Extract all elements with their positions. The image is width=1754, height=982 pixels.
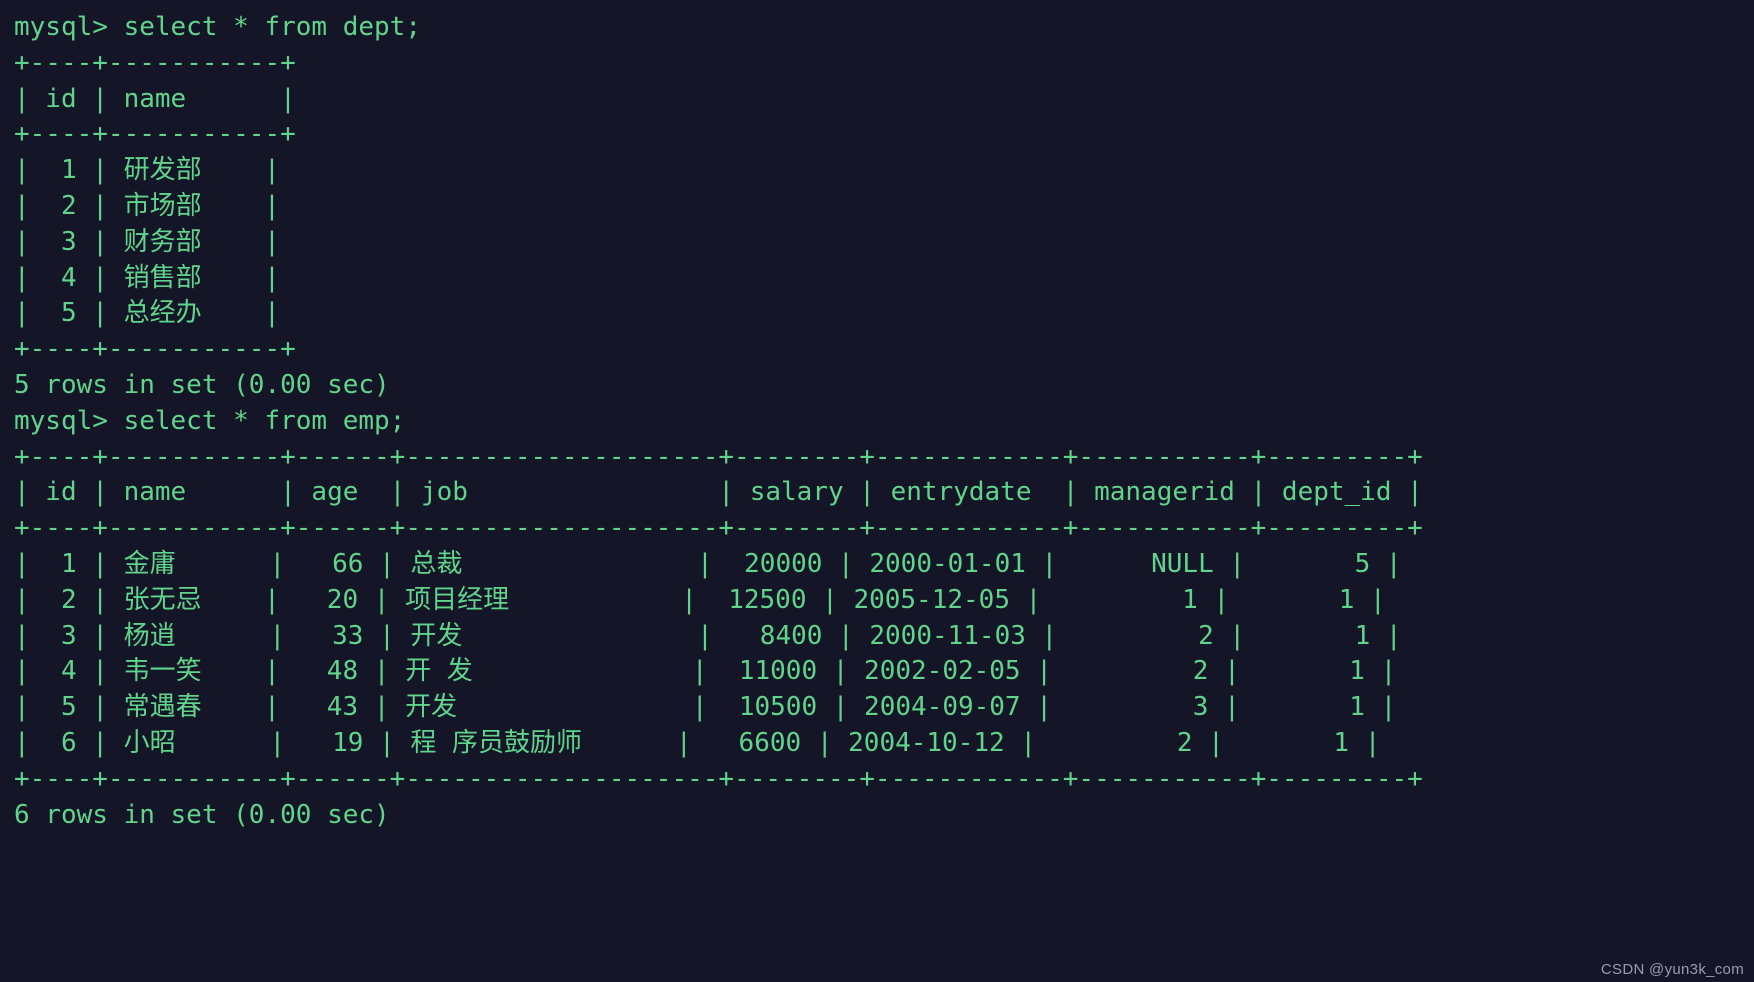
terminal-window[interactable]: mysql> select * from dept; +----+--------… — [0, 0, 1754, 982]
terminal-line: 6 rows in set (0.00 sec) — [14, 799, 390, 830]
terminal-line: | id | name | age | job | salary | entry… — [14, 477, 1423, 508]
csdn-watermark: CSDN @yun3k_com — [1600, 961, 1744, 978]
terminal-line: +----+-----------+ — [14, 47, 296, 78]
terminal-line: | 6 | 小昭 | 19 | 程 序员鼓励师 | 6600 | 2004-10… — [14, 727, 1381, 758]
terminal-line: mysql> select * from dept; — [14, 12, 421, 42]
terminal-line: mysql> select * from emp; — [14, 405, 406, 436]
terminal-output: mysql> select * from dept; +----+--------… — [14, 10, 1754, 833]
terminal-line: | 2 | 市场部 | — [14, 190, 280, 221]
terminal-line: | 1 | 金庸 | 66 | 总裁 | 20000 | 2000-01-01 … — [14, 548, 1402, 579]
terminal-line: +----+-----------+ — [14, 334, 296, 365]
terminal-line: | 4 | 销售部 | — [14, 262, 280, 293]
terminal-line: | 1 | 研发部 | — [14, 155, 280, 186]
terminal-line: +----+-----------+------+---------------… — [14, 763, 1423, 794]
terminal-line: | 5 | 常遇春 | 43 | 开发 | 10500 | 2004-09-07… — [14, 692, 1397, 723]
terminal-line: | id | name | — [14, 83, 296, 114]
terminal-line: +----+-----------+------+---------------… — [14, 513, 1423, 544]
terminal-line: +----+-----------+ — [14, 119, 296, 150]
terminal-line: | 5 | 总经办 | — [14, 298, 280, 329]
terminal-line: | 4 | 韦一笑 | 48 | 开 发 | 11000 | 2002-02-0… — [14, 656, 1397, 687]
terminal-line: | 3 | 财务部 | — [14, 226, 280, 257]
terminal-line: | 3 | 杨逍 | 33 | 开发 | 8400 | 2000-11-03 |… — [14, 620, 1402, 651]
terminal-line: +----+-----------+------+---------------… — [14, 441, 1423, 472]
terminal-line: 5 rows in set (0.00 sec) — [14, 369, 390, 400]
terminal-line: | 2 | 张无忌 | 20 | 项目经理 | 12500 | 2005-12-… — [14, 584, 1386, 615]
